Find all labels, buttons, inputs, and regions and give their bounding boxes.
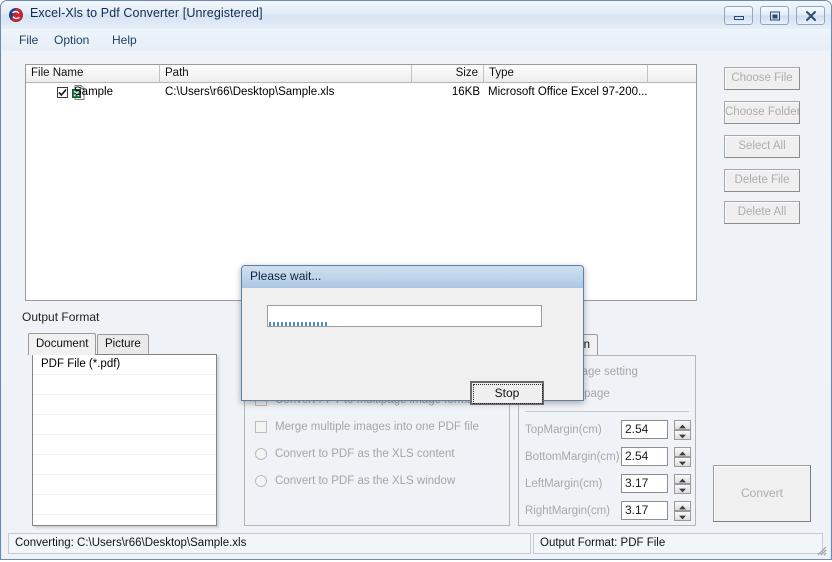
right-margin-stepper[interactable] [674, 501, 691, 521]
column-header-type[interactable]: Type [484, 65, 648, 82]
cell-path: C:\Users\r66\Desktop\Sample.xls [165, 86, 335, 98]
choose-file-button[interactable]: Choose File [724, 67, 800, 90]
list-item-blank [33, 475, 216, 495]
cell-file-name: Sample [74, 86, 113, 98]
divider [525, 411, 689, 412]
column-header-file-name[interactable]: File Name [26, 65, 160, 82]
radio-icon [255, 475, 267, 487]
title-bar: Excel-Xls to Pdf Converter [Unregistered… [1, 1, 831, 29]
list-item-blank [33, 455, 216, 475]
column-header-spacer [648, 65, 696, 82]
menu-bar: File Option Help [2, 29, 830, 51]
left-margin-label: LeftMargin(cm) [525, 478, 603, 490]
choose-folder-button[interactable]: Choose Folder [724, 101, 800, 124]
dialog-title: Please wait... [250, 269, 322, 283]
window-title: Excel-Xls to Pdf Converter [Unregistered… [30, 6, 263, 20]
right-margin-label: RightMargin(cm) [525, 505, 610, 517]
spinner-down-icon[interactable] [674, 430, 691, 440]
row-checkbox[interactable] [57, 87, 68, 98]
convert-button[interactable]: Convert [713, 465, 811, 522]
file-list-header: File Name Path Size Type [26, 65, 696, 83]
spinner-down-icon[interactable] [674, 484, 691, 494]
bottom-margin-label: BottomMargin(cm) [525, 451, 620, 463]
left-margin-input[interactable]: 3.17 [621, 474, 668, 493]
dialog-title-bar: Please wait... [242, 266, 583, 289]
radio-icon [255, 448, 267, 460]
list-item-blank [33, 395, 216, 415]
spinner-up-icon[interactable] [674, 447, 691, 457]
left-margin-stepper[interactable] [674, 474, 691, 494]
cell-type: Microsoft Office Excel 97-200... [488, 86, 648, 98]
menu-item-option[interactable]: Option [49, 32, 94, 48]
list-item-blank [33, 515, 216, 525]
maximize-button[interactable] [760, 6, 789, 25]
stop-button[interactable]: Stop [470, 381, 544, 405]
table-row[interactable]: Sample C:\Users\r66\Desktop\Sample.xls 1… [26, 83, 696, 102]
top-margin-input[interactable]: 2.54 [621, 420, 668, 439]
bottom-margin-input[interactable]: 2.54 [621, 447, 668, 466]
list-item-blank [33, 495, 216, 515]
option-label: Convert to PDF as the XLS window [275, 475, 456, 487]
status-output-format: Output Format: PDF File [533, 533, 823, 554]
resize-grip-icon[interactable] [814, 543, 828, 557]
cell-size: 16KB [451, 86, 480, 98]
delete-all-button[interactable]: Delete All [724, 201, 800, 224]
right-margin-input[interactable]: 3.17 [621, 501, 668, 520]
output-format-listbox[interactable]: PDF File (*.pdf) [32, 354, 217, 526]
dialog-body: Stop [242, 288, 583, 405]
progress-bar [267, 305, 542, 327]
output-format-tabs: Document Picture [28, 333, 236, 355]
column-header-size[interactable]: Size [412, 65, 484, 82]
top-margin-stepper[interactable] [674, 420, 691, 440]
list-item-blank [33, 375, 216, 395]
application-window: Excel-Xls to Pdf Converter [Unregistered… [0, 0, 832, 560]
stop-button-label: Stop [494, 386, 520, 400]
spinner-up-icon[interactable] [674, 501, 691, 511]
option-label: Merge multiple images into one PDF file [275, 421, 479, 433]
spinner-down-icon[interactable] [674, 457, 691, 467]
app-logo-icon [8, 7, 24, 23]
select-all-button[interactable]: Select All [724, 135, 800, 158]
tab-picture[interactable]: Picture [97, 334, 149, 354]
bottom-margin-stepper[interactable] [674, 447, 691, 467]
minimize-button[interactable] [724, 6, 753, 25]
list-item-blank [33, 415, 216, 435]
spinner-down-icon[interactable] [674, 511, 691, 521]
output-format-label: Output Format [22, 310, 100, 324]
menu-item-file[interactable]: File [14, 32, 43, 48]
menu-item-help[interactable]: Help [107, 32, 142, 48]
list-item[interactable]: PDF File (*.pdf) [33, 355, 216, 375]
status-converting: Converting: C:\Users\r66\Desktop\Sample.… [8, 533, 531, 554]
tab-document[interactable]: Document [28, 333, 97, 355]
option-label: Convert to PDF as the XLS content [275, 448, 455, 460]
spinner-up-icon[interactable] [674, 474, 691, 484]
delete-file-button[interactable]: Delete File [724, 169, 800, 192]
close-button[interactable] [796, 6, 825, 25]
checkbox-icon [255, 421, 267, 433]
column-header-path[interactable]: Path [160, 65, 412, 82]
please-wait-dialog: Please wait... Stop [241, 265, 584, 405]
progress-bar-fill [269, 322, 330, 326]
spinner-up-icon[interactable] [674, 420, 691, 430]
top-margin-label: TopMargin(cm) [525, 424, 602, 436]
status-bar: Converting: C:\Users\r66\Desktop\Sample.… [2, 529, 830, 559]
list-item-blank [33, 435, 216, 455]
